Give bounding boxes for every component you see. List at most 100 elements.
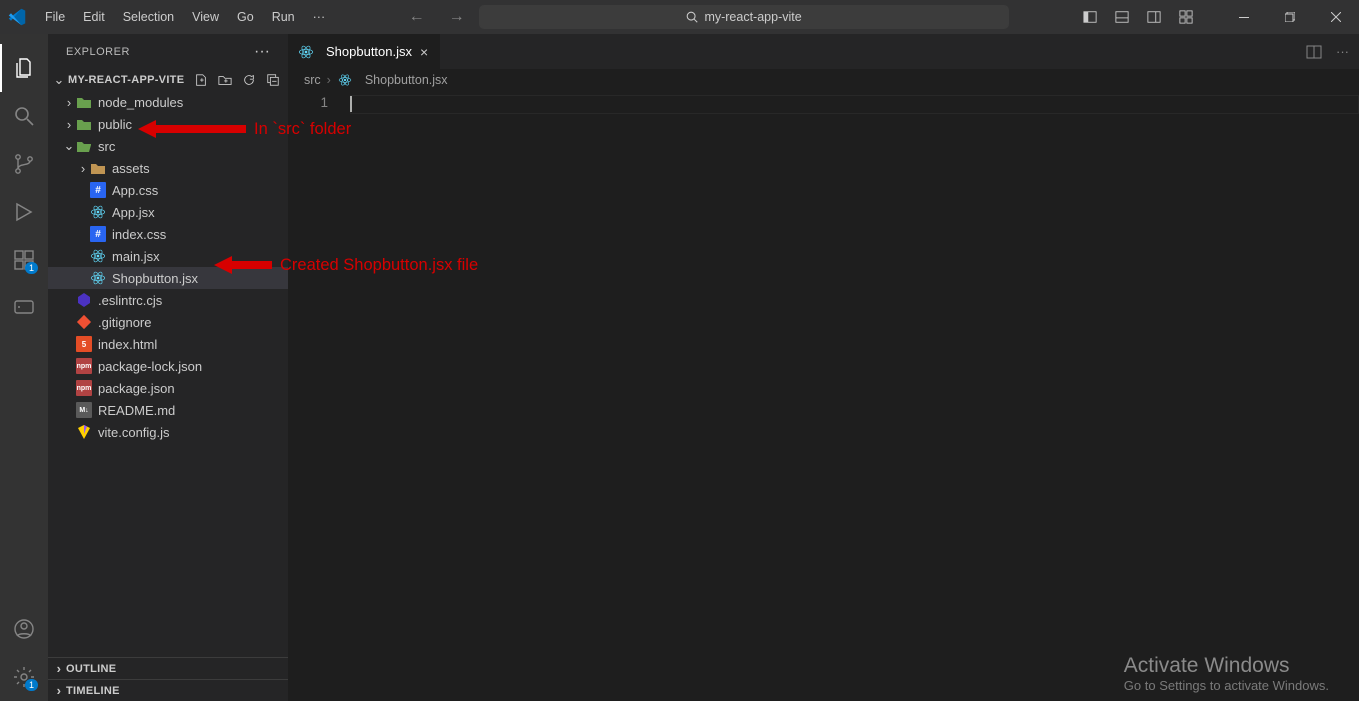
react-icon — [298, 44, 314, 60]
customize-layout-icon[interactable] — [1179, 10, 1193, 24]
activity-bar: 1 1 — [0, 34, 48, 701]
layout-panel-icon[interactable] — [1115, 10, 1129, 24]
folder-open-icon — [76, 139, 92, 153]
split-editor-icon[interactable] — [1306, 44, 1322, 60]
file-eslintrc[interactable]: .eslintrc.cjs — [48, 289, 288, 311]
folder-assets[interactable]: ›assets — [48, 157, 288, 179]
tab-shopbutton[interactable]: Shopbutton.jsx × — [288, 34, 441, 69]
editor-area: Shopbutton.jsx × ··· src › Shopbutton.js… — [288, 34, 1359, 701]
activity-extensions[interactable]: 1 — [0, 236, 48, 284]
explorer-sidebar: EXPLORER ··· ⌄ MY-REACT-APP-VITE ›node_m… — [48, 34, 288, 701]
folder-icon — [76, 95, 92, 109]
refresh-icon[interactable] — [242, 73, 256, 87]
activate-windows-watermark: Activate Windows Go to Settings to activ… — [1124, 654, 1329, 693]
file-package-json[interactable]: npmpackage.json — [48, 377, 288, 399]
npm-icon: npm — [76, 380, 92, 396]
css-icon: # — [90, 226, 106, 242]
menu-view[interactable]: View — [183, 4, 228, 30]
timeline-section[interactable]: ›TIMELINE — [48, 679, 288, 701]
tab-label: Shopbutton.jsx — [326, 44, 412, 59]
activity-remote[interactable] — [0, 284, 48, 332]
nav-forward-icon[interactable]: → — [449, 8, 465, 26]
title-right — [1083, 0, 1359, 34]
explorer-title: EXPLORER — [66, 46, 130, 58]
eslint-icon — [76, 292, 92, 308]
chevron-down-icon: ⌄ — [52, 72, 66, 88]
code-area[interactable] — [350, 91, 1359, 701]
react-icon — [90, 204, 106, 220]
new-file-icon[interactable] — [194, 73, 208, 87]
breadcrumb-item[interactable]: src — [304, 73, 321, 87]
file-app-css[interactable]: #App.css — [48, 179, 288, 201]
html-icon: 5 — [76, 336, 92, 352]
file-index-css[interactable]: #index.css — [48, 223, 288, 245]
breadcrumb[interactable]: src › Shopbutton.jsx — [288, 69, 1359, 91]
extensions-badge: 1 — [25, 262, 38, 274]
folder-icon — [76, 117, 92, 131]
remote-icon — [12, 296, 36, 320]
activity-search[interactable] — [0, 92, 48, 140]
play-bug-icon — [12, 200, 36, 224]
menu-file[interactable]: File — [36, 4, 74, 30]
file-index-html[interactable]: 5index.html — [48, 333, 288, 355]
files-icon — [12, 56, 36, 80]
file-package-lock[interactable]: npmpackage-lock.json — [48, 355, 288, 377]
react-icon — [337, 72, 353, 88]
command-center[interactable]: my-react-app-vite — [479, 5, 1009, 29]
layout-sidebar-left-icon[interactable] — [1083, 10, 1097, 24]
file-main-jsx[interactable]: main.jsx — [48, 245, 288, 267]
window-close[interactable] — [1313, 0, 1359, 34]
menu-go[interactable]: Go — [228, 4, 263, 30]
git-branch-icon — [12, 152, 36, 176]
folder-node-modules[interactable]: ›node_modules — [48, 91, 288, 113]
editor-body[interactable]: 1 — [288, 91, 1359, 701]
file-shopbutton-jsx[interactable]: Shopbutton.jsx — [48, 267, 288, 289]
tab-bar: Shopbutton.jsx × ··· — [288, 34, 1359, 69]
file-app-jsx[interactable]: App.jsx — [48, 201, 288, 223]
nav-arrows: ← → — [409, 8, 465, 26]
breadcrumb-item[interactable]: Shopbutton.jsx — [365, 73, 448, 87]
file-readme[interactable]: M↓README.md — [48, 399, 288, 421]
project-name: MY-REACT-APP-VITE — [68, 74, 194, 86]
activity-run-debug[interactable] — [0, 188, 48, 236]
window-restore[interactable] — [1267, 0, 1313, 34]
css-icon: # — [90, 182, 106, 198]
explorer-more-icon[interactable]: ··· — [254, 43, 270, 61]
chevron-right-icon: › — [327, 73, 331, 87]
file-gitignore[interactable]: .gitignore — [48, 311, 288, 333]
activity-account[interactable] — [0, 605, 48, 653]
collapse-all-icon[interactable] — [266, 73, 280, 87]
line-gutter: 1 — [288, 91, 350, 701]
text-cursor — [350, 96, 352, 112]
react-icon — [90, 248, 106, 264]
activity-settings[interactable]: 1 — [0, 653, 48, 701]
vite-icon — [76, 424, 92, 440]
layout-sidebar-right-icon[interactable] — [1147, 10, 1161, 24]
window-minimize[interactable] — [1221, 0, 1267, 34]
search-icon — [12, 104, 36, 128]
activity-source-control[interactable] — [0, 140, 48, 188]
new-folder-icon[interactable] — [218, 73, 232, 87]
tab-close-icon[interactable]: × — [418, 44, 430, 60]
outline-section[interactable]: ›OUTLINE — [48, 657, 288, 679]
menu-edit[interactable]: Edit — [74, 4, 114, 30]
title-bar: File Edit Selection View Go Run ··· ← → … — [0, 0, 1359, 34]
folder-src[interactable]: ⌄src — [48, 135, 288, 157]
git-icon — [76, 314, 92, 330]
search-icon — [685, 10, 699, 24]
markdown-icon: M↓ — [76, 402, 92, 418]
file-vite-config[interactable]: vite.config.js — [48, 421, 288, 443]
settings-badge: 1 — [25, 679, 38, 691]
menu-run[interactable]: Run — [263, 4, 304, 30]
folder-public[interactable]: ›public — [48, 113, 288, 135]
main-menu: File Edit Selection View Go Run ··· — [36, 4, 334, 30]
editor-more-icon[interactable]: ··· — [1336, 44, 1349, 59]
account-icon — [12, 617, 36, 641]
project-header[interactable]: ⌄ MY-REACT-APP-VITE — [48, 69, 288, 91]
react-icon — [90, 270, 106, 286]
npm-icon: npm — [76, 358, 92, 374]
menu-selection[interactable]: Selection — [114, 4, 183, 30]
nav-back-icon[interactable]: ← — [409, 8, 425, 26]
activity-explorer[interactable] — [0, 44, 48, 92]
menu-more[interactable]: ··· — [304, 4, 335, 30]
